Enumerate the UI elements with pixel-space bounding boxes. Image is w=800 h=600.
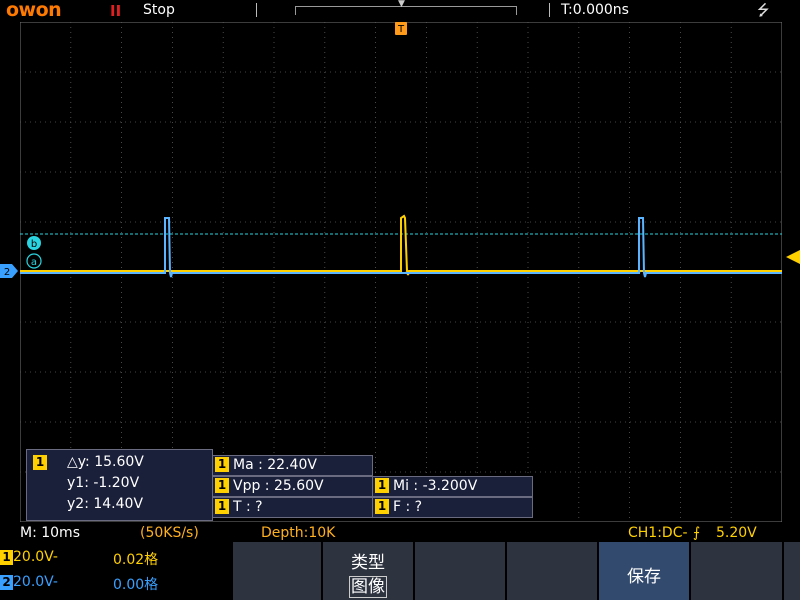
cursor-channel-tag: 1: [33, 455, 47, 470]
ch1-scale: 20.0V-: [13, 549, 58, 565]
ch1-offset: 0.02格: [113, 552, 159, 568]
measurement-vpp: 1 Vpp : 25.60V: [212, 476, 373, 497]
cursor-a-marker[interactable]: a: [26, 253, 42, 269]
meas-channel-tag: 1: [215, 457, 229, 472]
softkey-type[interactable]: 类型 图像: [321, 542, 413, 600]
softkey-6[interactable]: [689, 542, 782, 600]
softkey-1[interactable]: [231, 542, 321, 600]
meas-channel-tag: 1: [375, 499, 389, 514]
meas-min-value: Mi : -3.200V: [393, 478, 478, 494]
rising-edge-icon: ⨍: [693, 525, 701, 541]
meas-channel-tag: 1: [375, 478, 389, 493]
trigger-level-readout[interactable]: 5.20V: [716, 525, 757, 541]
softkey-7[interactable]: [782, 542, 800, 600]
trigger-position-marker[interactable]: T: [395, 22, 407, 35]
ch1-info[interactable]: 1 20.0V- 0.02格: [0, 549, 158, 568]
cursor-delta-y: △y: 15.60V: [67, 454, 144, 470]
cursor-y1: y1: -1.20V: [67, 475, 140, 491]
measurement-period: 1 T : ?: [212, 497, 373, 518]
measurement-max: 1 Ma : 22.40V: [212, 455, 373, 476]
ch1-tag: 1: [0, 550, 13, 565]
cursor-b-marker[interactable]: b: [27, 236, 41, 250]
cursor-y2: y2: 14.40V: [67, 496, 144, 512]
ch2-tag: 2: [0, 575, 13, 590]
memory-depth-readout[interactable]: Depth:10K: [261, 525, 335, 541]
trigger-position-label: T: [397, 24, 405, 35]
meas-channel-tag: 1: [215, 478, 229, 493]
ch2-ground-marker[interactable]: 2: [0, 264, 18, 278]
trigger-source-readout[interactable]: CH1:DC-: [628, 525, 688, 541]
cursor-readout-panel: 1 △y: 15.60V y1: -1.20V y2: 14.40V: [26, 449, 213, 521]
softkey-3[interactable]: [413, 542, 505, 600]
softkey-type-label: 类型: [351, 553, 385, 573]
ch2-ground-label: 2: [4, 267, 10, 278]
meas-vpp-value: Vpp : 25.60V: [233, 478, 324, 494]
marker-layer: T b a 2: [0, 22, 800, 278]
cursor-b-label: b: [31, 239, 37, 250]
measurement-min: 1 Mi : -3.200V: [372, 476, 533, 497]
softkey-4[interactable]: [505, 542, 597, 600]
ch2-scale: 20.0V-: [13, 574, 58, 590]
meas-max-value: Ma : 22.40V: [233, 457, 317, 473]
softkey-type-value: 图像: [349, 576, 387, 598]
meas-channel-tag: 1: [215, 499, 229, 514]
status-bar: M: 10ms (50KS/s) Depth:10K CH1:DC- ⨍ 5.2…: [0, 522, 800, 542]
measurement-frequency: 1 F : ?: [372, 497, 533, 518]
ch2-info[interactable]: 2 20.0V- 0.00格: [0, 574, 158, 593]
trigger-level-marker[interactable]: [786, 250, 800, 264]
cursor-a-label: a: [31, 257, 37, 268]
softkey-save-label: 保存: [627, 567, 661, 587]
ch2-offset: 0.00格: [113, 577, 159, 593]
sample-rate-readout: (50KS/s): [140, 525, 199, 541]
meas-frequency-value: F : ?: [393, 499, 423, 515]
softkey-save[interactable]: 保存: [597, 542, 689, 600]
meas-period-value: T : ?: [233, 499, 263, 515]
timebase-readout[interactable]: M: 10ms: [20, 525, 80, 541]
